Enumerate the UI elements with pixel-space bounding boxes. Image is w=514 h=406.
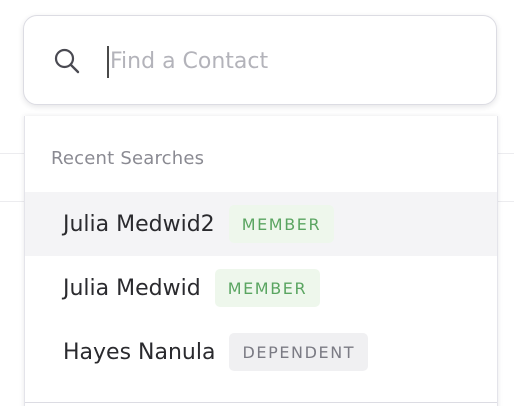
section-title: Recent Searches xyxy=(51,148,205,169)
text-cursor xyxy=(107,46,109,78)
member-badge: MEMBER xyxy=(228,205,335,243)
contact-search-box[interactable] xyxy=(23,15,497,105)
contact-name: Julia Medwid xyxy=(63,275,201,301)
dropdown-divider xyxy=(25,402,497,403)
dependent-badge: DEPENDENT xyxy=(229,333,369,371)
recent-search-item[interactable]: Julia Medwid MEMBER xyxy=(25,256,497,320)
recent-search-item[interactable]: Julia Medwid2 MEMBER xyxy=(25,192,497,256)
recent-search-item[interactable]: Hayes Nanula DEPENDENT xyxy=(25,320,497,384)
search-icon xyxy=(53,47,81,75)
contact-search-input[interactable] xyxy=(106,43,470,79)
page: Recent Searches Julia Medwid2 MEMBER Jul… xyxy=(0,0,514,406)
contact-name: Julia Medwid2 xyxy=(63,211,215,237)
search-dropdown: Recent Searches Julia Medwid2 MEMBER Jul… xyxy=(24,116,498,406)
contact-name: Hayes Nanula xyxy=(63,339,216,365)
member-badge: MEMBER xyxy=(214,269,321,307)
